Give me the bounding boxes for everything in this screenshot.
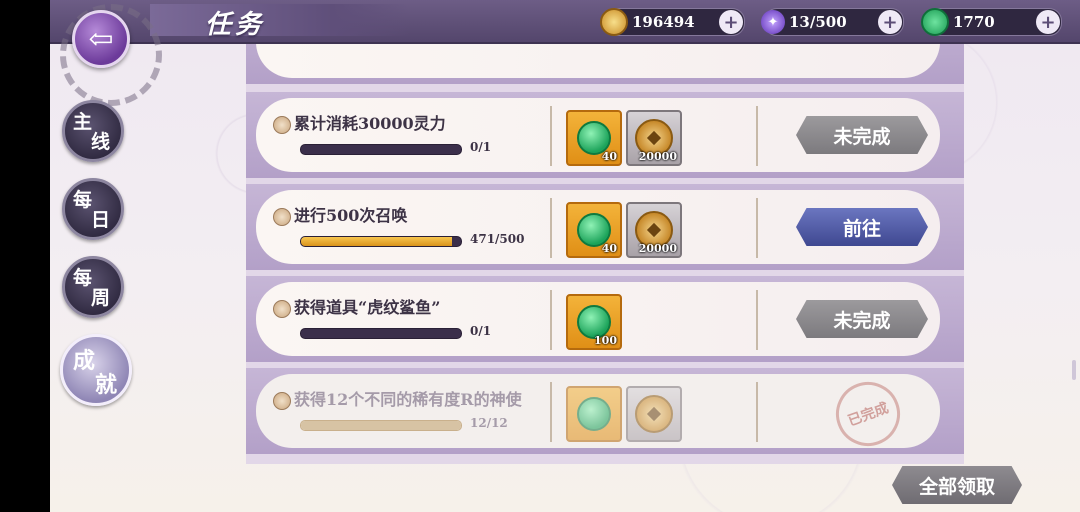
progress-text: 471/500 <box>470 232 525 246</box>
coin-value: 196494 <box>632 13 695 31</box>
tab-label: 每 <box>73 267 93 289</box>
add-soul-button[interactable]: + <box>878 10 902 34</box>
divider <box>756 106 758 166</box>
soul-counter: ✦ 13/500 + <box>761 8 904 36</box>
task-name: 累计消耗30000灵力 <box>294 114 446 133</box>
incomplete-button[interactable]: 未完成 <box>796 116 928 154</box>
progress-text: 0/1 <box>470 140 492 154</box>
task-row: 获得道具“虎纹鲨鱼” 0/1 100 未完成 <box>246 276 964 362</box>
tab-label: 就 <box>95 372 118 398</box>
reward-jade <box>566 386 622 442</box>
back-button[interactable]: ⇦ <box>72 10 130 68</box>
reward-coin[interactable]: 20000 <box>626 202 682 258</box>
divider <box>550 382 552 442</box>
coin-icon <box>635 395 673 433</box>
tab-label: 主 <box>73 111 93 133</box>
tab-label: 周 <box>91 287 111 309</box>
claim-all-button[interactable]: 全部领取 <box>892 466 1022 504</box>
task-bullet-icon <box>273 116 291 134</box>
reward-jade[interactable]: 40 <box>566 110 622 166</box>
task-card <box>256 44 940 78</box>
reward-coin[interactable]: 20000 <box>626 110 682 166</box>
task-name: 进行500次召唤 <box>294 206 408 225</box>
task-row: 累计消耗30000灵力 0/1 40 20000 未完成 <box>246 92 964 178</box>
reward-jade[interactable]: 100 <box>566 294 622 350</box>
task-bullet-icon <box>273 208 291 226</box>
progress-bar <box>300 328 462 339</box>
reward-jade[interactable]: 40 <box>566 202 622 258</box>
tab-label: 成 <box>73 348 96 374</box>
title-ribbon <box>150 4 410 36</box>
go-button[interactable]: 前往 <box>796 208 928 246</box>
progress-text: 12/12 <box>470 416 508 430</box>
divider <box>756 382 758 442</box>
coin-icon <box>600 8 628 36</box>
back-arrow-icon: ⇦ <box>88 21 114 57</box>
jade-magatama-icon <box>577 397 611 431</box>
add-coin-button[interactable]: + <box>719 10 743 34</box>
task-card: 进行500次召唤 471/500 40 20000 前往 <box>256 190 940 264</box>
task-bullet-icon <box>273 392 291 410</box>
jade-counter: 1770 + <box>921 8 1062 36</box>
task-row-partial <box>246 44 964 84</box>
progress-fill <box>301 421 461 430</box>
task-card: 获得12个不同的稀有度R的神使 12/12 已完成 <box>256 372 940 456</box>
tab-achievement[interactable]: 成 就 <box>60 334 132 406</box>
task-bullet-icon <box>273 300 291 318</box>
task-row: 获得12个不同的稀有度R的神使 12/12 已完成 <box>246 368 964 456</box>
soul-value: 13/500 <box>789 13 847 31</box>
completed-stamp: 已完成 <box>826 372 910 456</box>
reward-qty: 40 <box>601 150 617 163</box>
tab-label: 日 <box>91 209 111 231</box>
task-card: 累计消耗30000灵力 0/1 40 20000 未完成 <box>256 98 940 172</box>
soul-flame-icon: ✦ <box>761 10 785 34</box>
divider <box>756 290 758 350</box>
game-screen: 任务 196494 + ✦ 13/500 + 1770 + ⇦ 主 线 每 日 … <box>50 0 1080 512</box>
task-row: 进行500次召唤 471/500 40 20000 前往 <box>246 184 964 270</box>
task-name: 获得道具“虎纹鲨鱼” <box>294 298 441 317</box>
divider <box>550 198 552 258</box>
tab-weekly[interactable]: 每 周 <box>62 256 124 318</box>
tab-label: 线 <box>91 131 111 153</box>
progress-text: 0/1 <box>470 324 492 338</box>
scrollbar[interactable] <box>1072 360 1076 380</box>
page-title: 任务 <box>205 10 266 40</box>
reward-coin <box>626 386 682 442</box>
progress-bar <box>300 236 462 247</box>
reward-qty: 100 <box>594 334 617 347</box>
progress-bar <box>300 420 462 431</box>
tab-main-quest[interactable]: 主 线 <box>62 100 124 162</box>
add-jade-button[interactable]: + <box>1036 10 1060 34</box>
divider <box>550 290 552 350</box>
reward-qty: 20000 <box>638 242 677 255</box>
jade-magatama-icon <box>921 8 949 36</box>
progress-bar <box>300 144 462 155</box>
progress-fill <box>301 237 452 246</box>
divider <box>550 106 552 166</box>
divider <box>756 198 758 258</box>
tab-daily[interactable]: 每 日 <box>62 178 124 240</box>
task-name: 获得12个不同的稀有度R的神使 <box>294 390 522 409</box>
task-card: 获得道具“虎纹鲨鱼” 0/1 100 未完成 <box>256 282 940 356</box>
reward-qty: 40 <box>601 242 617 255</box>
top-bar: 任务 196494 + ✦ 13/500 + 1770 + <box>50 0 1080 44</box>
reward-qty: 20000 <box>638 150 677 163</box>
incomplete-button[interactable]: 未完成 <box>796 300 928 338</box>
jade-value: 1770 <box>953 13 995 31</box>
tab-label: 每 <box>73 189 93 211</box>
coin-counter: 196494 + <box>600 8 745 36</box>
task-list[interactable]: 累计消耗30000灵力 0/1 40 20000 未完成 进行500次召唤 47… <box>246 44 964 464</box>
